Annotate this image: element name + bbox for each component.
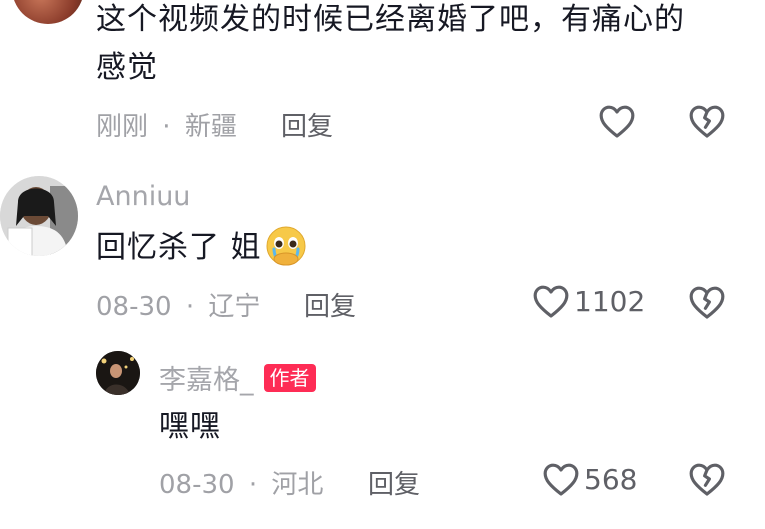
- broken-heart-icon[interactable]: [688, 103, 726, 139]
- comment-meta: 08-30 · 辽宁: [96, 286, 260, 323]
- reply-meta: 08-30 · 河北: [159, 464, 323, 501]
- like-count: 1102: [574, 284, 646, 318]
- comment-text-row: 回忆杀了 姐: [96, 224, 308, 272]
- avatar-photo: [96, 351, 140, 395]
- reply-location: 河北: [271, 470, 324, 500]
- comment-username[interactable]: Anniuu: [96, 181, 190, 212]
- comment-time: 08-30: [96, 292, 172, 322]
- like-button[interactable]: 568: [542, 461, 637, 497]
- comment-location: 新疆: [184, 112, 237, 142]
- reply-text: 嘿嘿: [159, 409, 221, 444]
- avatar[interactable]: [96, 351, 140, 395]
- avatar[interactable]: [0, 176, 78, 256]
- reply-header: 李嘉格_ 作者: [159, 358, 316, 397]
- author-badge: 作者: [263, 363, 316, 392]
- crying-face-emoji: [264, 224, 308, 272]
- broken-heart-icon[interactable]: [688, 461, 726, 497]
- heart-outline-icon[interactable]: [598, 103, 636, 139]
- avatar[interactable]: [12, 0, 84, 24]
- like-button[interactable]: 1102: [532, 283, 645, 319]
- reply-username[interactable]: 李嘉格_: [159, 358, 254, 397]
- reply-button[interactable]: 回复: [368, 464, 420, 501]
- like-count: 568: [584, 462, 638, 496]
- meta-separator: ·: [162, 112, 171, 142]
- comment-text: 这个视频发的时候已经离婚了吧，有痛心的感觉: [96, 2, 685, 85]
- meta-separator: ·: [185, 292, 195, 322]
- heart-outline-icon: [532, 283, 570, 319]
- heart-outline-icon: [542, 461, 580, 497]
- comment-time: 刚刚: [96, 112, 149, 142]
- comment-location: 辽宁: [208, 292, 261, 322]
- reply-time: 08-30: [159, 470, 235, 500]
- reply-button[interactable]: 回复: [304, 286, 356, 323]
- broken-heart-icon[interactable]: [688, 284, 726, 320]
- avatar-photo: [0, 176, 78, 256]
- reply-button[interactable]: 回复: [281, 106, 333, 143]
- comment-text: 回忆杀了 姐: [96, 230, 262, 265]
- meta-separator: ·: [248, 470, 258, 500]
- comment-meta: 刚刚 · 新疆: [96, 106, 237, 143]
